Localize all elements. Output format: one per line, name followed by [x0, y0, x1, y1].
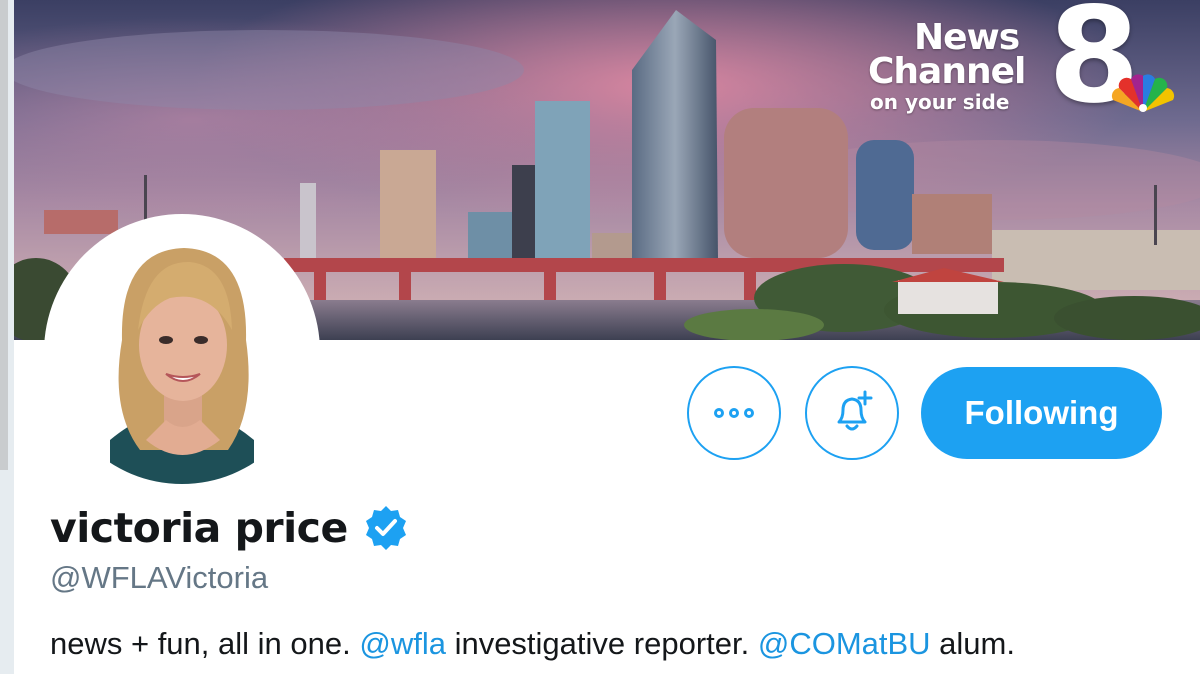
more-dots-icon: [714, 408, 754, 418]
profile-name-row: victoria price: [50, 500, 410, 556]
bio-text: investigative reporter.: [445, 626, 758, 661]
logo-tagline: on your side: [870, 90, 1010, 114]
profile-avatar[interactable]: [44, 214, 320, 490]
peacock-icon: [1111, 74, 1175, 112]
mention-link-comatbu[interactable]: @COMatBU: [758, 626, 931, 661]
news-channel-8-logo: News Channel on your side 8: [866, 0, 1186, 122]
more-options-button[interactable]: [687, 366, 781, 460]
profile-bio: news + fun, all in one. @wfla investigat…: [50, 626, 1015, 662]
following-button[interactable]: Following: [921, 367, 1162, 459]
mention-link-wfla[interactable]: @wfla: [359, 626, 446, 661]
display-name: victoria price: [50, 504, 348, 552]
scroll-track: [0, 0, 8, 470]
bell-plus-icon: [837, 390, 873, 431]
bio-text: alum.: [930, 626, 1015, 661]
notifications-button[interactable]: [805, 366, 899, 460]
logo-channel-text: Channel: [868, 51, 1026, 92]
verified-badge-icon[interactable]: [362, 504, 410, 552]
avatar-portrait-image: [50, 220, 314, 484]
avatar-photo: [50, 220, 314, 484]
profile-handle: @WFLAVictoria: [50, 560, 269, 595]
bio-text: news + fun, all in one.: [50, 626, 360, 661]
